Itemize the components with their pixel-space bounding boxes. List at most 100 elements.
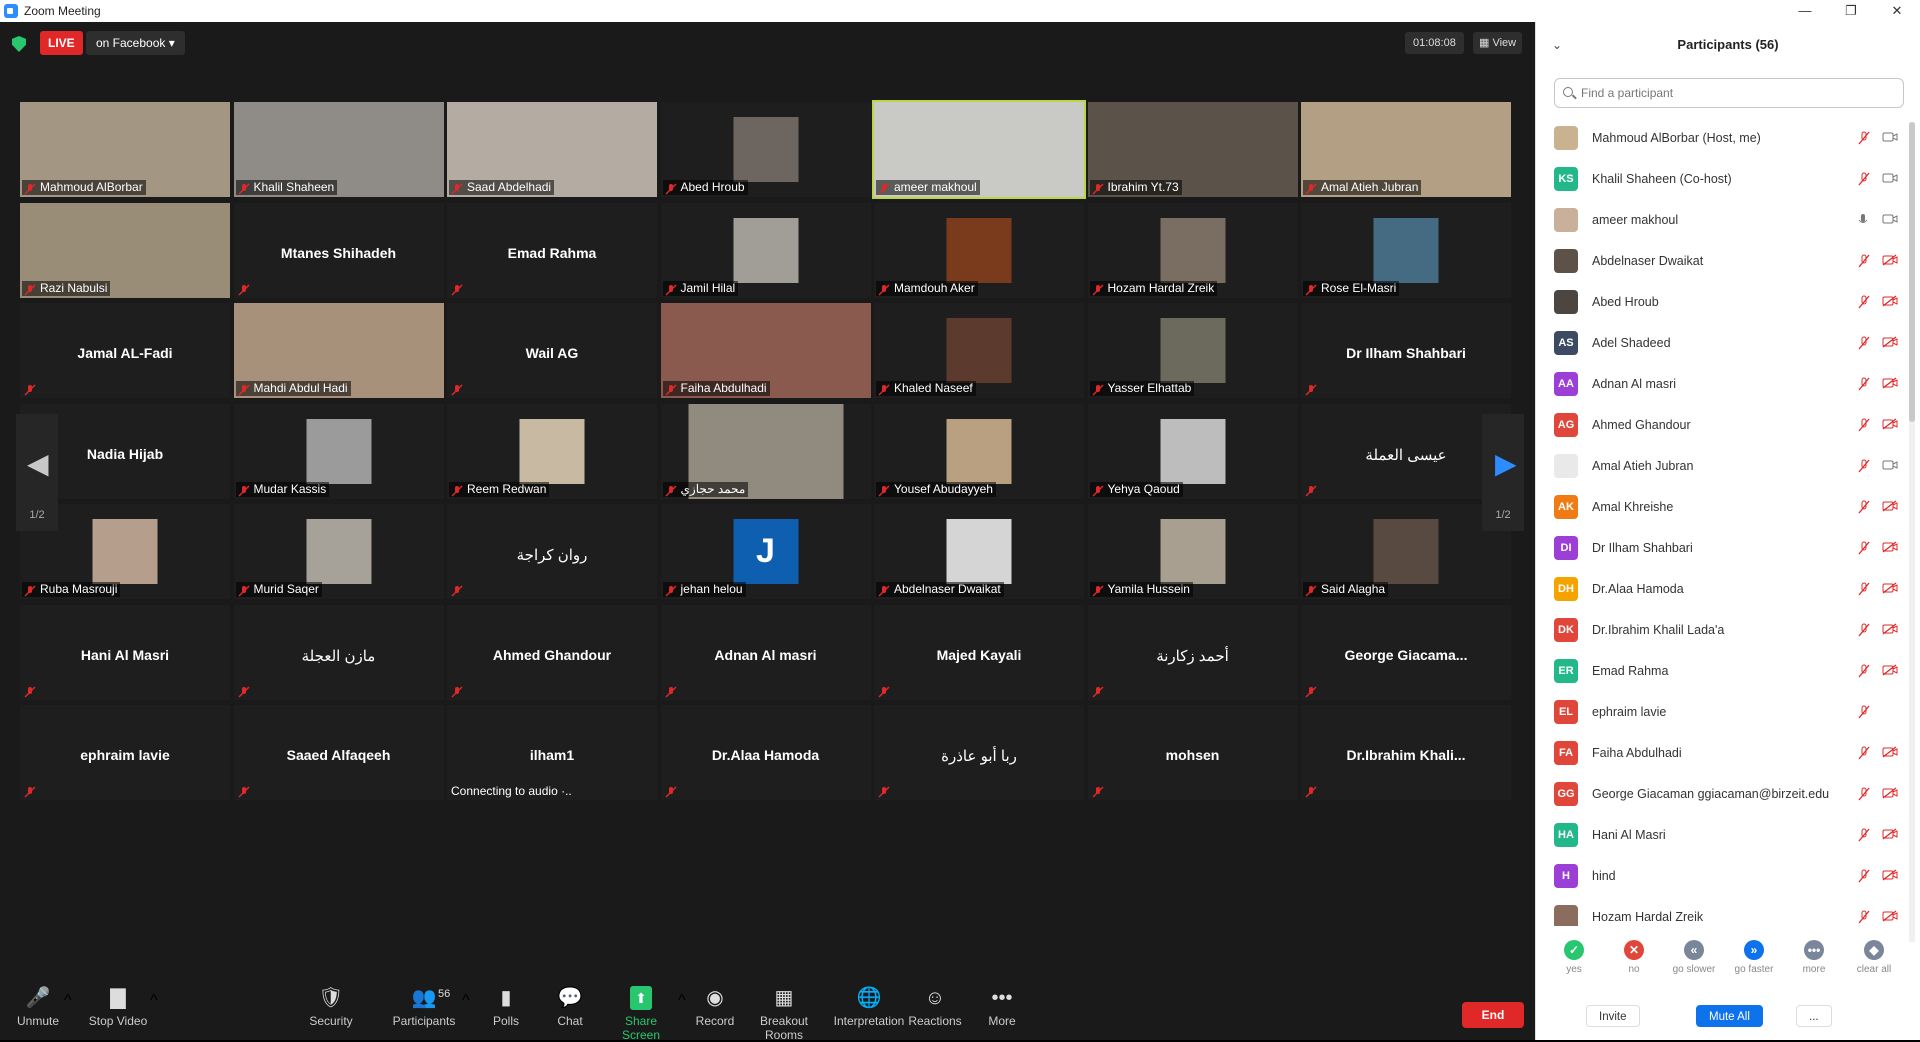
- participant-tile[interactable]: Ibrahim Yt.73: [1087, 102, 1298, 197]
- participant-tile[interactable]: ilham1 Connecting to audio ·..: [447, 705, 657, 800]
- participant-tile[interactable]: Saad Abdelhadi: [447, 102, 657, 197]
- live-target-dropdown[interactable]: on Facebook ▾: [86, 31, 185, 55]
- participant-row[interactable]: DI Dr Ilham Shahbari: [1536, 528, 1906, 569]
- participant-row[interactable]: ER Emad Rahma: [1536, 651, 1906, 692]
- camera-off-icon[interactable]: [1882, 746, 1898, 761]
- participants-options-caret-icon[interactable]: ^: [462, 992, 470, 1010]
- camera-off-icon[interactable]: [1882, 910, 1898, 925]
- participant-row[interactable]: Abed Hroub: [1536, 282, 1906, 323]
- participant-row[interactable]: AK Amal Khreishe: [1536, 487, 1906, 528]
- muted-mic-icon[interactable]: [1857, 172, 1871, 189]
- muted-mic-icon[interactable]: [1857, 910, 1871, 926]
- camera-off-icon[interactable]: [1882, 377, 1898, 392]
- participant-tile[interactable]: Mamdouh Aker: [874, 202, 1084, 298]
- participant-row[interactable]: Hhind: [1536, 856, 1906, 897]
- muted-mic-icon[interactable]: [1857, 295, 1871, 312]
- feedback-more-button[interactable]: ••• more: [1784, 940, 1844, 975]
- participant-tile[interactable]: Said Alagha: [1301, 504, 1511, 599]
- participant-row[interactable]: ameer makhoul: [1536, 200, 1906, 241]
- participant-tile[interactable]: Yamila Hussein: [1087, 504, 1298, 599]
- participant-tile[interactable]: Faiha Abdulhadi: [660, 303, 871, 398]
- muted-mic-icon[interactable]: [1857, 459, 1871, 476]
- participant-tile[interactable]: Dr.Ibrahim Khali...: [1301, 705, 1511, 800]
- participant-row[interactable]: AS Adel Shadeed: [1536, 323, 1906, 364]
- participant-tile[interactable]: روان كراجة: [447, 504, 657, 599]
- scrollbar-thumb[interactable]: [1909, 122, 1915, 422]
- security-toolbar-button[interactable]: 🛡 Security: [306, 986, 356, 1036]
- participant-tile[interactable]: Ahmed Ghandour: [447, 604, 657, 700]
- participant-tile[interactable]: Mtanes Shihadeh: [233, 202, 444, 298]
- muted-mic-icon[interactable]: [1857, 787, 1871, 804]
- participant-tile[interactable]: Jjehan helou: [660, 504, 871, 599]
- participant-tile[interactable]: mohsen: [1087, 705, 1298, 800]
- camera-off-icon[interactable]: [1882, 828, 1898, 843]
- video-toolbar-button[interactable]: ▇ Stop Video: [88, 986, 148, 1036]
- participant-tile[interactable]: Mahmoud AlBorbar: [20, 102, 230, 197]
- share-options-caret-icon[interactable]: ^: [678, 992, 686, 1010]
- participant-row[interactable]: GG George Giacaman ggiacaman@birzeit.edu: [1536, 774, 1906, 815]
- muted-mic-icon[interactable]: [1857, 418, 1871, 435]
- camera-icon[interactable]: [1882, 213, 1898, 228]
- camera-off-icon[interactable]: [1882, 541, 1898, 556]
- participant-tile[interactable]: Amal Atieh Jubran: [1301, 102, 1511, 197]
- video-options-caret-icon[interactable]: ^: [150, 992, 158, 1010]
- participant-tile[interactable]: Jamal AL-Fadi: [20, 303, 230, 398]
- close-button[interactable]: ✕: [1874, 0, 1920, 22]
- participant-tile[interactable]: Rose El-Masri: [1301, 202, 1511, 298]
- muted-mic-icon[interactable]: [1857, 664, 1871, 681]
- muted-mic-icon[interactable]: [1857, 746, 1871, 763]
- participant-row[interactable]: FA Faiha Abdulhadi: [1536, 733, 1906, 774]
- participant-tile[interactable]: Razi Nabulsi: [20, 202, 230, 298]
- participant-row[interactable]: DH Dr.Alaa Hamoda: [1536, 569, 1906, 610]
- muted-mic-icon[interactable]: [1857, 705, 1871, 722]
- participant-list-scrollbar[interactable]: [1909, 122, 1915, 942]
- camera-icon[interactable]: [1882, 459, 1898, 474]
- participant-tile[interactable]: Jamil Hilal: [660, 202, 871, 298]
- participant-tile[interactable]: George Giacama...: [1301, 604, 1511, 700]
- participant-row[interactable]: AA Adnan Al masri: [1536, 364, 1906, 405]
- participant-row[interactable]: DK Dr.Ibrahim Khalil Lada'a: [1536, 610, 1906, 651]
- camera-off-icon[interactable]: [1882, 336, 1898, 351]
- end-meeting-button[interactable]: End: [1462, 1002, 1524, 1028]
- mute-all-button[interactable]: Mute All: [1696, 1005, 1763, 1027]
- camera-off-icon[interactable]: [1882, 869, 1898, 884]
- camera-off-icon[interactable]: [1882, 500, 1898, 515]
- participant-tile[interactable]: Abdelnaser Dwaikat: [874, 504, 1084, 599]
- muted-mic-icon[interactable]: [1857, 254, 1871, 271]
- interp-toolbar-button[interactable]: 🌐 Interpretation: [831, 986, 907, 1036]
- restore-button[interactable]: ❐: [1828, 0, 1874, 22]
- participant-tile[interactable]: Dr Ilham Shahbari: [1301, 303, 1511, 398]
- participant-tile[interactable]: Wail AG: [447, 303, 657, 398]
- polls-toolbar-button[interactable]: ▮ Polls: [486, 986, 526, 1036]
- camera-off-icon[interactable]: [1882, 418, 1898, 433]
- camera-off-icon[interactable]: [1882, 582, 1898, 597]
- participant-tile[interactable]: Mahdi Abdul Hadi: [233, 303, 444, 398]
- breakout-toolbar-button[interactable]: ▦ Breakout Rooms: [746, 986, 822, 1042]
- feedback-clear-all-button[interactable]: ◆ clear all: [1844, 940, 1904, 975]
- muted-mic-icon[interactable]: [1857, 336, 1871, 353]
- participant-row[interactable]: AG Ahmed Ghandour: [1536, 405, 1906, 446]
- feedback-yes-button[interactable]: ✓ yes: [1544, 940, 1604, 975]
- participant-tile[interactable]: عيسى العملة: [1301, 403, 1511, 499]
- minimize-button[interactable]: —: [1782, 0, 1828, 22]
- participant-search-input[interactable]: Find a participant: [1554, 78, 1904, 108]
- participant-tile[interactable]: ربا أبو عاذرة: [874, 705, 1084, 800]
- feedback-go-slower-button[interactable]: « go slower: [1664, 940, 1724, 975]
- muted-mic-icon[interactable]: [1857, 623, 1871, 640]
- participant-row[interactable]: Abdelnaser Dwaikat: [1536, 241, 1906, 282]
- participant-tile[interactable]: محمد حجازي: [660, 403, 871, 499]
- participants-toolbar-button[interactable]: 👥 Participants 56: [388, 986, 460, 1036]
- participant-tile[interactable]: ameer makhoul: [872, 100, 1086, 199]
- participant-tile[interactable]: Dr.Alaa Hamoda: [660, 705, 871, 800]
- participant-tile[interactable]: Murid Saqer: [233, 504, 444, 599]
- muted-mic-icon[interactable]: [1857, 377, 1871, 394]
- muted-mic-icon[interactable]: [1857, 131, 1871, 148]
- participant-tile[interactable]: Majed Kayali: [874, 604, 1084, 700]
- participant-tile[interactable]: مازن العجلة: [233, 604, 444, 700]
- participant-tile[interactable]: Adnan Al masri: [660, 604, 871, 700]
- mute-toolbar-button[interactable]: 🎤 Unmute: [14, 986, 62, 1036]
- mute-options-caret-icon[interactable]: ^: [64, 992, 72, 1010]
- more-toolbar-button[interactable]: ••• More: [982, 986, 1022, 1036]
- encryption-shield-icon[interactable]: [12, 36, 26, 52]
- participant-tile[interactable]: Khalil Shaheen: [233, 102, 444, 197]
